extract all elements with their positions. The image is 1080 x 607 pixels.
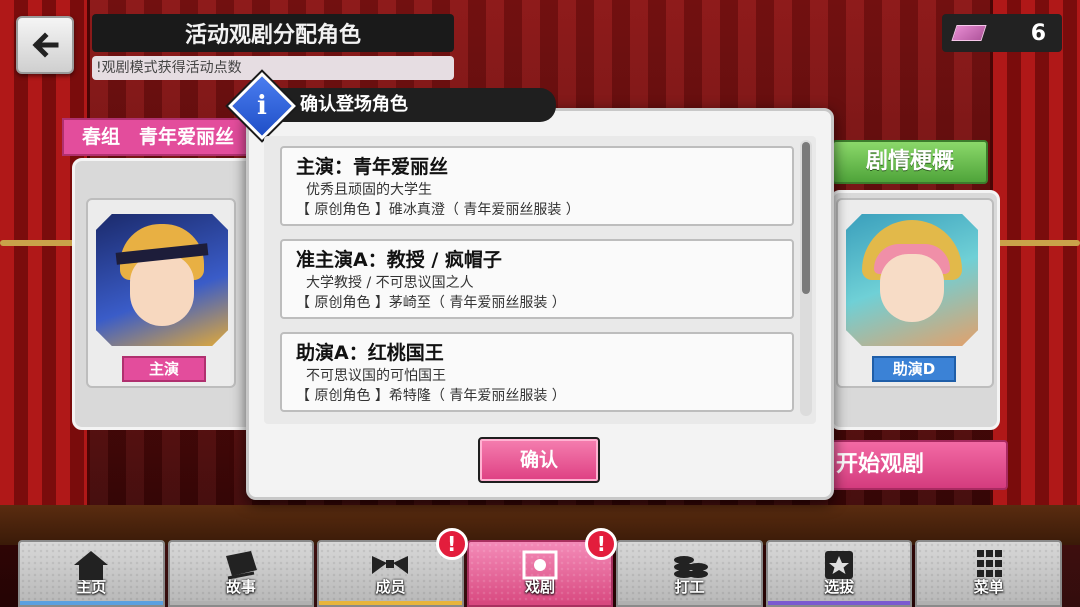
book-icon bbox=[225, 551, 257, 580]
list-item: 主演：青年爱丽丝 优秀且顽固的大学生 【 原创角色 】碓冰真澄（ 青年爱丽丝服装… bbox=[280, 146, 794, 226]
nav-item-home[interactable]: 主页 bbox=[18, 540, 165, 607]
role-title: 主演：青年爱丽丝 bbox=[296, 156, 449, 178]
scrollbar-thumb[interactable] bbox=[802, 142, 810, 294]
nav-item-menu[interactable]: 菜单 bbox=[915, 540, 1063, 607]
role-description: 大学教授 / 不可思议国之人 bbox=[306, 275, 474, 291]
alert-badge-icon: ! bbox=[585, 528, 618, 560]
alert-badge-icon: ! bbox=[435, 528, 468, 560]
role-cast: 【 原创角色 】希特隆（ 青年爱丽丝服装 ） bbox=[296, 388, 566, 404]
role-list[interactable]: 主演：青年爱丽丝 优秀且顽固的大学生 【 原创角色 】碓冰真澄（ 青年爱丽丝服装… bbox=[264, 136, 816, 424]
nav-item-audition[interactable]: 选拔 bbox=[765, 540, 913, 607]
role-description: 不可思议国的可怕国王 bbox=[306, 368, 446, 384]
nav-item-part-time[interactable]: 打工 bbox=[616, 540, 763, 607]
list-item: 助演A：红桃国王 不可思议国的可怕国王 【 原创角色 】希特隆（ 青年爱丽丝服装… bbox=[280, 332, 794, 412]
nav-item-members[interactable]: ! 成员 bbox=[317, 528, 468, 607]
info-icon-glyph: i bbox=[257, 91, 267, 121]
nav-item-theater[interactable]: ! 戏剧 bbox=[466, 528, 618, 607]
modal-title: 确认登场角色 bbox=[252, 88, 556, 122]
role-cast: 【 原创角色 】碓冰真澄（ 青年爱丽丝服装 ） bbox=[296, 202, 580, 218]
star-badge-icon bbox=[825, 551, 854, 579]
role-title: 准主演A：教授 / 疯帽子 bbox=[296, 249, 502, 271]
bowtie-icon bbox=[372, 556, 409, 574]
role-description: 优秀且顽固的大学生 bbox=[306, 182, 432, 198]
role-cast: 【 原创角色 】茅崎至（ 青年爱丽丝服装 ） bbox=[296, 295, 566, 311]
coins-icon bbox=[673, 556, 708, 578]
confirm-button[interactable]: 确认 bbox=[478, 437, 600, 483]
house-icon bbox=[74, 551, 109, 580]
nav-item-story[interactable]: 故事 bbox=[167, 540, 315, 607]
list-item: 准主演A：教授 / 疯帽子 大学教授 / 不可思议国之人 【 原创角色 】茅崎至… bbox=[280, 239, 794, 319]
grid-menu-icon bbox=[976, 550, 1002, 577]
theater-icon bbox=[522, 550, 558, 580]
bottom-nav: 主页 故事 ! 成员 ! 戏剧 打工 选拔 菜单 bbox=[18, 528, 1063, 607]
role-title: 助演A：红桃国王 bbox=[296, 342, 444, 364]
